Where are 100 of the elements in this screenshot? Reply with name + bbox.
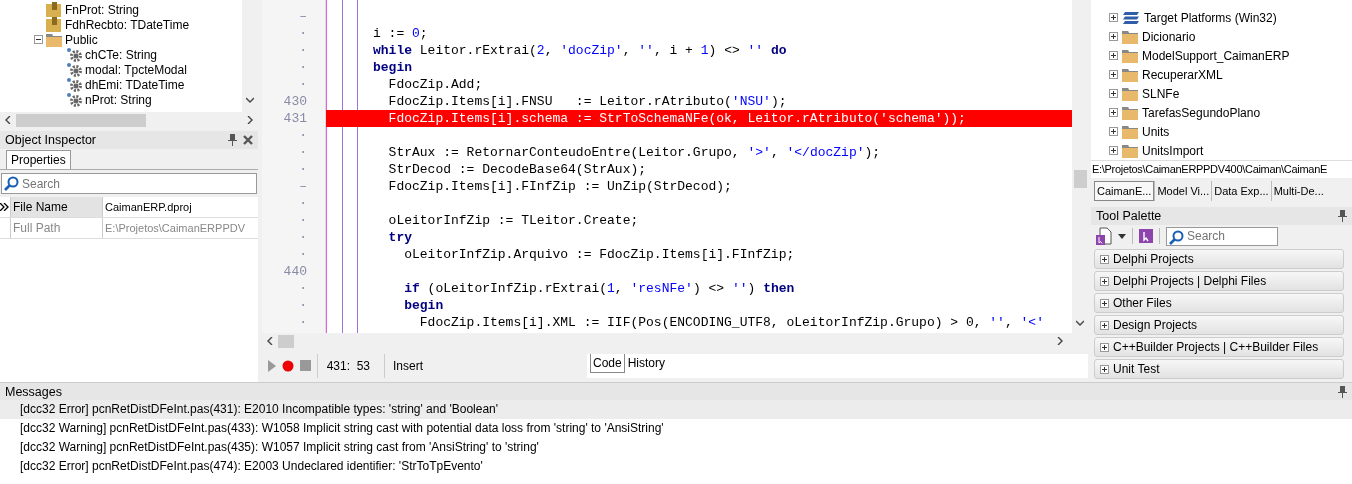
scrollbar-thumb[interactable] <box>278 334 294 348</box>
category-header[interactable]: Design Projects <box>1094 315 1344 335</box>
chevron-l-icon[interactable] <box>266 337 274 345</box>
tree-item[interactable]: ModelSupport_CaimanERP <box>1142 48 1290 63</box>
code-line: i := 0; <box>372 25 429 42</box>
code-line: begin <box>372 59 413 76</box>
gutter-label: · <box>299 281 307 296</box>
tree-item[interactable]: RecuperarXML <box>1142 67 1223 82</box>
expand-icon[interactable] <box>1100 342 1109 352</box>
gutter-label: 430 <box>283 94 307 109</box>
expand-icon[interactable] <box>1100 276 1109 286</box>
new-file-icon[interactable] <box>1096 227 1112 245</box>
category-header[interactable]: Delphi Projects <box>1094 249 1344 269</box>
category-label[interactable]: Delphi Projects | Delphi Files <box>1113 274 1267 288</box>
property-value[interactable]: CaimanERP.dproj <box>102 197 258 217</box>
pin-icon[interactable] <box>1338 385 1347 398</box>
expand-icon[interactable] <box>1109 108 1118 117</box>
tab[interactable]: History <box>624 353 669 373</box>
row-pointer-icon <box>0 203 9 211</box>
search-field[interactable]: Search <box>1 173 257 194</box>
message-item[interactable]: [dcc32 Error] pcnRetDistDFeInt.pas(474): E2003 Undeclared identifier: 'StrToTpEvento' <box>0 457 1352 476</box>
expand-icon[interactable] <box>1100 298 1109 308</box>
code-line: while Leitor.rExtrai(2, 'docZip', '', i + 1) <> '' do <box>372 42 788 59</box>
tree-item[interactable]: Units <box>1142 124 1170 139</box>
tab[interactable]: CaimanE... <box>1094 181 1155 201</box>
close-icon[interactable] <box>243 135 253 145</box>
tree-item[interactable]: Target Platforms (Win32) <box>1144 10 1277 25</box>
chevron-r-icon[interactable] <box>1056 337 1064 345</box>
category-header[interactable]: Unit Test <box>1094 359 1344 379</box>
expand-icon[interactable] <box>1109 32 1118 41</box>
expand-icon[interactable] <box>1109 51 1118 60</box>
expand-icon[interactable] <box>1100 364 1109 374</box>
tree-item[interactable]: modal: TpcteModal <box>85 62 187 77</box>
scrollbar-thumb[interactable] <box>1073 170 1087 188</box>
gear-icon <box>66 92 82 107</box>
code-line: oLeitorInfZip.Arquivo := FdocZip.Items[i].FInfZip; <box>403 246 796 263</box>
expand-icon[interactable] <box>1109 13 1118 22</box>
tab[interactable]: Properties <box>6 150 71 169</box>
tree-item[interactable]: chCTe: String <box>85 47 158 62</box>
panel-title: Tool Palette <box>1096 209 1163 223</box>
gutter-label: · <box>299 230 307 245</box>
gear-icon <box>66 47 82 62</box>
code-line: oLeitorInfZip := TLeitor.Create; <box>387 212 640 229</box>
expand-icon[interactable] <box>1109 146 1118 155</box>
chevron-r-icon[interactable] <box>246 116 254 124</box>
gutter-label: · <box>299 43 307 58</box>
search-icon <box>1169 229 1184 245</box>
tree-item[interactable]: Dicionario <box>1142 29 1196 44</box>
tab[interactable]: Model Vi... <box>1154 181 1212 201</box>
category-label[interactable]: C++Builder Projects | C++Builder Files <box>1113 340 1319 354</box>
tree-item[interactable]: SLNFe <box>1142 86 1180 101</box>
expand-icon[interactable] <box>1109 127 1118 136</box>
tree-item[interactable]: nProt: String <box>85 92 152 107</box>
box-icon <box>46 2 62 17</box>
message-item[interactable]: [dcc32 Error] pcnRetDistDFeInt.pas(431): E2010 Incompatible types: 'string' and 'Boolean' <box>0 400 1352 419</box>
tree-item[interactable]: FdhRecbto: TDateTime <box>65 17 190 32</box>
search-icon <box>4 176 19 191</box>
scrollbar-thumb[interactable] <box>16 113 146 127</box>
category-label[interactable]: Design Projects <box>1113 318 1198 332</box>
property-value[interactable]: E:\Projetos\CaimanERPPDV <box>102 218 258 238</box>
pin-icon[interactable] <box>1338 210 1347 222</box>
chevron-d-icon[interactable] <box>246 96 254 104</box>
gear-icon <box>66 62 82 77</box>
tree-item[interactable]: FnProt: String <box>65 2 140 17</box>
category-label[interactable]: Other Files <box>1113 296 1172 310</box>
record-icon[interactable] <box>282 359 294 372</box>
expand-icon[interactable] <box>1109 70 1118 79</box>
tree-item[interactable]: Public <box>65 32 98 47</box>
category-header[interactable]: Delphi Projects | Delphi Files <box>1094 271 1344 291</box>
gutter-label: · <box>299 128 307 143</box>
tab[interactable]: Data Exp... <box>1211 181 1271 201</box>
search-field[interactable]: Search <box>1166 226 1278 246</box>
category-label[interactable]: Unit Test <box>1113 362 1160 376</box>
message-item[interactable]: [dcc32 Warning] pcnRetDistDFeInt.pas(435): W1057 Implicit string cast from 'AnsiString' to 'string' <box>0 438 1352 457</box>
cursor-position: 431: 53 <box>317 353 378 378</box>
code-line: FdocZip.Items[i].XML := IIF(Pos(ENCODING_UTF8, oLeitorInfZip.Grupo) > 0, '', '<' <box>418 314 1045 331</box>
expand-icon[interactable] <box>1100 320 1109 330</box>
tab[interactable]: Multi-De... <box>1270 181 1326 201</box>
tab[interactable]: Code <box>590 353 625 373</box>
code-line: FdocZip.Add; <box>387 76 484 93</box>
tree-item[interactable]: dhEmi: TDateTime <box>85 77 185 92</box>
category-header[interactable]: C++Builder Projects | C++Builder Files <box>1094 337 1344 357</box>
pin-icon[interactable] <box>228 134 237 146</box>
code-line: FdocZip.Items[i].FNSU := Leitor.rAtributo('NSU'); <box>387 93 788 110</box>
caret-icon[interactable] <box>1118 233 1126 239</box>
tree-item[interactable]: UnitsImport <box>1142 143 1204 158</box>
folder-icon <box>1122 143 1138 158</box>
category-header[interactable]: Other Files <box>1094 293 1344 313</box>
collapse-icon[interactable] <box>34 35 43 44</box>
tree-item[interactable]: TarefasSegundoPlano <box>1142 105 1261 120</box>
expand-icon[interactable] <box>1100 254 1109 264</box>
chevron-d-icon[interactable] <box>1076 319 1084 327</box>
gutter-label: · <box>299 298 307 313</box>
gutter-label: · <box>299 77 307 92</box>
gutter-label: · <box>299 247 307 262</box>
expand-icon[interactable] <box>1109 89 1118 98</box>
chevron-l-icon[interactable] <box>4 116 12 124</box>
message-item[interactable]: [dcc32 Warning] pcnRetDistDFeInt.pas(433): W1058 Implicit string cast with potential data loss from 'string' to 'AnsiString' <box>0 419 1352 438</box>
pointer-icon[interactable] <box>1139 229 1153 243</box>
category-label[interactable]: Delphi Projects <box>1113 252 1194 266</box>
